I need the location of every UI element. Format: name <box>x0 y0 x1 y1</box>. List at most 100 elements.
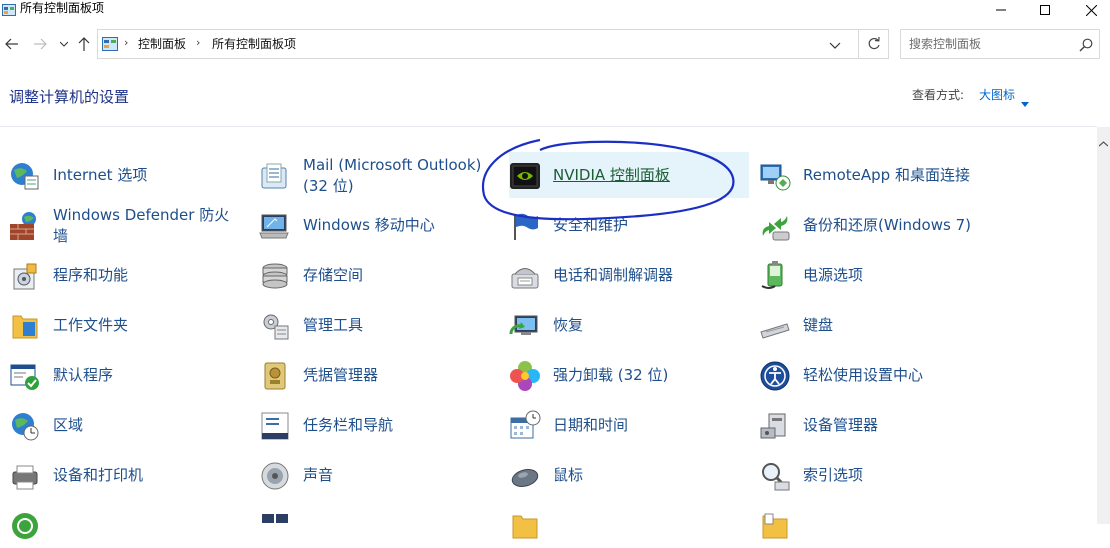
search-box[interactable] <box>900 29 1100 59</box>
item-uninstaller[interactable]: 强力卸载 (32 位) <box>509 352 749 398</box>
item-power-options[interactable]: 电源选项 <box>759 252 999 298</box>
item-partial[interactable] <box>509 502 749 548</box>
item-label: 凭据管理器 <box>303 366 379 384</box>
search-icon[interactable] <box>1079 37 1093 56</box>
item-credential-manager[interactable]: 凭据管理器 <box>259 352 499 398</box>
item-taskbar-navigation[interactable]: 任务栏和导航 <box>259 402 499 448</box>
item-label: 任务栏和导航 <box>303 416 394 434</box>
item-recovery[interactable]: 恢复 <box>509 302 749 348</box>
work-folders-icon <box>12 315 38 339</box>
item-device-manager[interactable]: 设备管理器 <box>759 402 999 448</box>
default-programs-icon <box>10 364 39 390</box>
backup-icon <box>762 216 790 241</box>
chevron-down-icon[interactable] <box>1021 92 1029 111</box>
item-sound[interactable]: 声音 <box>259 452 499 498</box>
internet-options-icon <box>11 163 39 190</box>
item-phone-modem[interactable]: 电话和调制解调器 <box>509 252 749 298</box>
address-bar[interactable]: › 控制面板 › 所有控制面板项 <box>97 29 889 59</box>
control-panel-icon <box>2 1 16 20</box>
item-label: NVIDIA 控制面板 <box>553 166 670 184</box>
admin-tools-icon <box>263 314 289 340</box>
item-programs-features[interactable]: 程序和功能 <box>9 252 249 298</box>
item-partial[interactable] <box>259 502 499 548</box>
item-remoteapp[interactable]: RemoteApp 和桌面连接 <box>759 152 999 198</box>
chevron-down-icon <box>60 41 68 47</box>
item-label: 安全和维护 <box>553 216 629 234</box>
item-work-folders[interactable]: 工作文件夹 <box>9 302 249 348</box>
item-label: 程序和功能 <box>53 266 129 284</box>
breadcrumb-control-panel[interactable]: 控制面板 <box>138 36 186 52</box>
item-partial[interactable] <box>759 502 999 548</box>
title-bar: 所有控制面板项 <box>0 0 1110 20</box>
item-mail[interactable]: Mail (Microsoft Outlook) (32 位) <box>259 152 499 198</box>
chevron-up-icon <box>1098 141 1109 147</box>
view-by-dropdown[interactable]: 大图标 <box>979 87 1015 103</box>
item-region[interactable]: 区域 <box>9 402 249 448</box>
item-date-time[interactable]: 日期和时间 <box>509 402 749 448</box>
refresh-icon <box>868 37 880 50</box>
item-windows-mobility-center[interactable]: Windows 移动中心 <box>259 202 499 248</box>
item-label: 备份和还原(Windows 7) <box>803 216 971 234</box>
item-security-maintenance[interactable]: 安全和维护 <box>509 202 749 248</box>
item-label: 区域 <box>53 416 84 434</box>
item-label: 设备和打印机 <box>53 466 144 484</box>
item-label: Windows Defender 防火墙 <box>53 206 230 245</box>
breadcrumb-all-items[interactable]: 所有控制面板项 <box>212 36 296 52</box>
close-icon <box>1085 4 1097 16</box>
item-label: 索引选项 <box>803 466 864 484</box>
power-options-icon <box>761 261 783 289</box>
item-mouse[interactable]: 鼠标 <box>509 452 749 498</box>
item-label: 恢复 <box>553 316 584 334</box>
item-devices-printers[interactable]: 设备和打印机 <box>9 452 249 498</box>
item-label: 键盘 <box>803 316 834 334</box>
refresh-button[interactable] <box>858 29 889 59</box>
item-windows-defender-firewall[interactable]: Windows Defender 防火墙 <box>9 202 249 248</box>
address-dropdown-button[interactable] <box>829 35 841 54</box>
up-button[interactable] <box>74 34 94 54</box>
forward-arrow-icon <box>34 38 47 50</box>
back-arrow-icon <box>5 38 18 50</box>
scroll-up-button[interactable] <box>1098 132 1109 151</box>
network-icon <box>262 514 288 523</box>
minimize-button[interactable] <box>978 0 1024 20</box>
item-partial[interactable] <box>9 502 249 548</box>
file-explorer-options-icon <box>762 513 788 539</box>
item-label: 轻松使用设置中心 <box>803 366 924 384</box>
maximize-button[interactable] <box>1022 0 1068 20</box>
item-internet-options[interactable]: Internet 选项 <box>9 152 249 198</box>
item-default-programs[interactable]: 默认程序 <box>9 352 249 398</box>
control-panel-icon <box>102 36 118 55</box>
mobility-center-icon <box>259 214 289 239</box>
recent-locations-button[interactable] <box>54 34 74 54</box>
item-indexing-options[interactable]: 索引选项 <box>759 452 999 498</box>
item-admin-tools[interactable]: 管理工具 <box>259 302 499 348</box>
item-ease-of-access[interactable]: 轻松使用设置中心 <box>759 352 999 398</box>
chevron-down-icon <box>829 42 841 49</box>
up-arrow-icon <box>78 37 90 51</box>
sync-center-icon <box>12 513 38 539</box>
item-label: 设备管理器 <box>803 416 879 434</box>
date-time-icon <box>510 410 541 439</box>
item-label: 鼠标 <box>553 466 584 484</box>
forward-button[interactable] <box>30 34 50 54</box>
window-title: 所有控制面板项 <box>20 1 105 15</box>
item-backup-restore[interactable]: 备份和还原(Windows 7) <box>759 202 999 248</box>
item-label: 工作文件夹 <box>53 316 129 334</box>
search-input[interactable] <box>909 36 1069 52</box>
vertical-scrollbar[interactable] <box>1097 127 1110 524</box>
close-button[interactable] <box>1068 0 1110 20</box>
item-nvidia-control-panel[interactable]: NVIDIA 控制面板 <box>509 152 749 198</box>
back-button[interactable] <box>2 34 22 54</box>
sound-icon <box>261 462 289 490</box>
storage-spaces-icon <box>262 263 288 289</box>
item-label: 电源选项 <box>803 266 864 284</box>
nvidia-icon <box>510 163 540 189</box>
file-history-icon <box>512 515 538 539</box>
maximize-icon <box>1040 5 1050 15</box>
item-keyboard[interactable]: 键盘 <box>759 302 999 348</box>
uninstaller-icon <box>510 361 540 391</box>
programs-icon <box>13 263 37 290</box>
item-storage-spaces[interactable]: 存储空间 <box>259 252 499 298</box>
view-by-label: 查看方式: <box>912 88 965 102</box>
item-label: Internet 选项 <box>53 166 148 184</box>
